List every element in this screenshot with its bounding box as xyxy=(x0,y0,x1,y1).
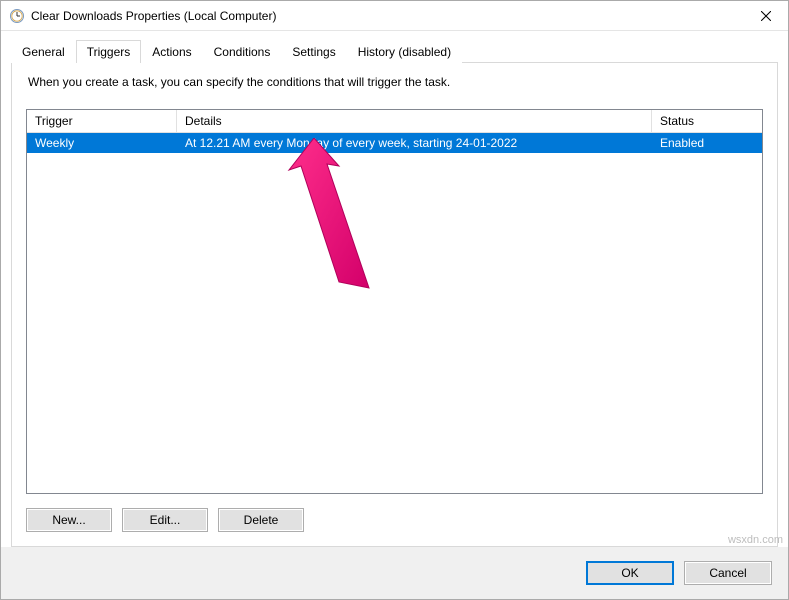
column-header-status[interactable]: Status xyxy=(652,110,762,132)
triggers-list[interactable]: Trigger Details Status Weekly At 12.21 A… xyxy=(26,109,763,494)
new-button[interactable]: New... xyxy=(26,508,112,532)
tab-history[interactable]: History (disabled) xyxy=(347,40,462,63)
task-scheduler-icon xyxy=(9,8,25,24)
tab-triggers[interactable]: Triggers xyxy=(76,40,142,63)
table-row[interactable]: Weekly At 12.21 AM every Monday of every… xyxy=(27,133,762,153)
column-header-trigger[interactable]: Trigger xyxy=(27,110,177,132)
close-icon xyxy=(761,11,771,21)
tab-settings[interactable]: Settings xyxy=(281,40,346,63)
dialog-body: General Triggers Actions Conditions Sett… xyxy=(1,31,788,547)
cell-status: Enabled xyxy=(652,133,762,153)
titlebar: Clear Downloads Properties (Local Comput… xyxy=(1,1,788,31)
properties-dialog: Clear Downloads Properties (Local Comput… xyxy=(0,0,789,600)
triggers-list-header: Trigger Details Status xyxy=(27,110,762,133)
ok-button[interactable]: OK xyxy=(586,561,674,585)
triggers-buttons: New... Edit... Delete xyxy=(26,508,763,532)
tab-general[interactable]: General xyxy=(11,40,76,63)
cell-details: At 12.21 AM every Monday of every week, … xyxy=(177,133,652,153)
tab-conditions[interactable]: Conditions xyxy=(203,40,282,63)
dialog-footer: OK Cancel xyxy=(1,547,788,599)
cancel-button[interactable]: Cancel xyxy=(684,561,772,585)
tab-actions[interactable]: Actions xyxy=(141,40,202,63)
triggers-list-rows: Weekly At 12.21 AM every Monday of every… xyxy=(27,133,762,493)
cell-trigger: Weekly xyxy=(27,133,177,153)
edit-button[interactable]: Edit... xyxy=(122,508,208,532)
window-title: Clear Downloads Properties (Local Comput… xyxy=(31,9,743,23)
tab-panel-triggers: When you create a task, you can specify … xyxy=(11,62,778,547)
close-button[interactable] xyxy=(743,1,788,31)
tabstrip: General Triggers Actions Conditions Sett… xyxy=(11,39,778,62)
help-text: When you create a task, you can specify … xyxy=(28,75,763,89)
delete-button[interactable]: Delete xyxy=(218,508,304,532)
column-header-details[interactable]: Details xyxy=(177,110,652,132)
